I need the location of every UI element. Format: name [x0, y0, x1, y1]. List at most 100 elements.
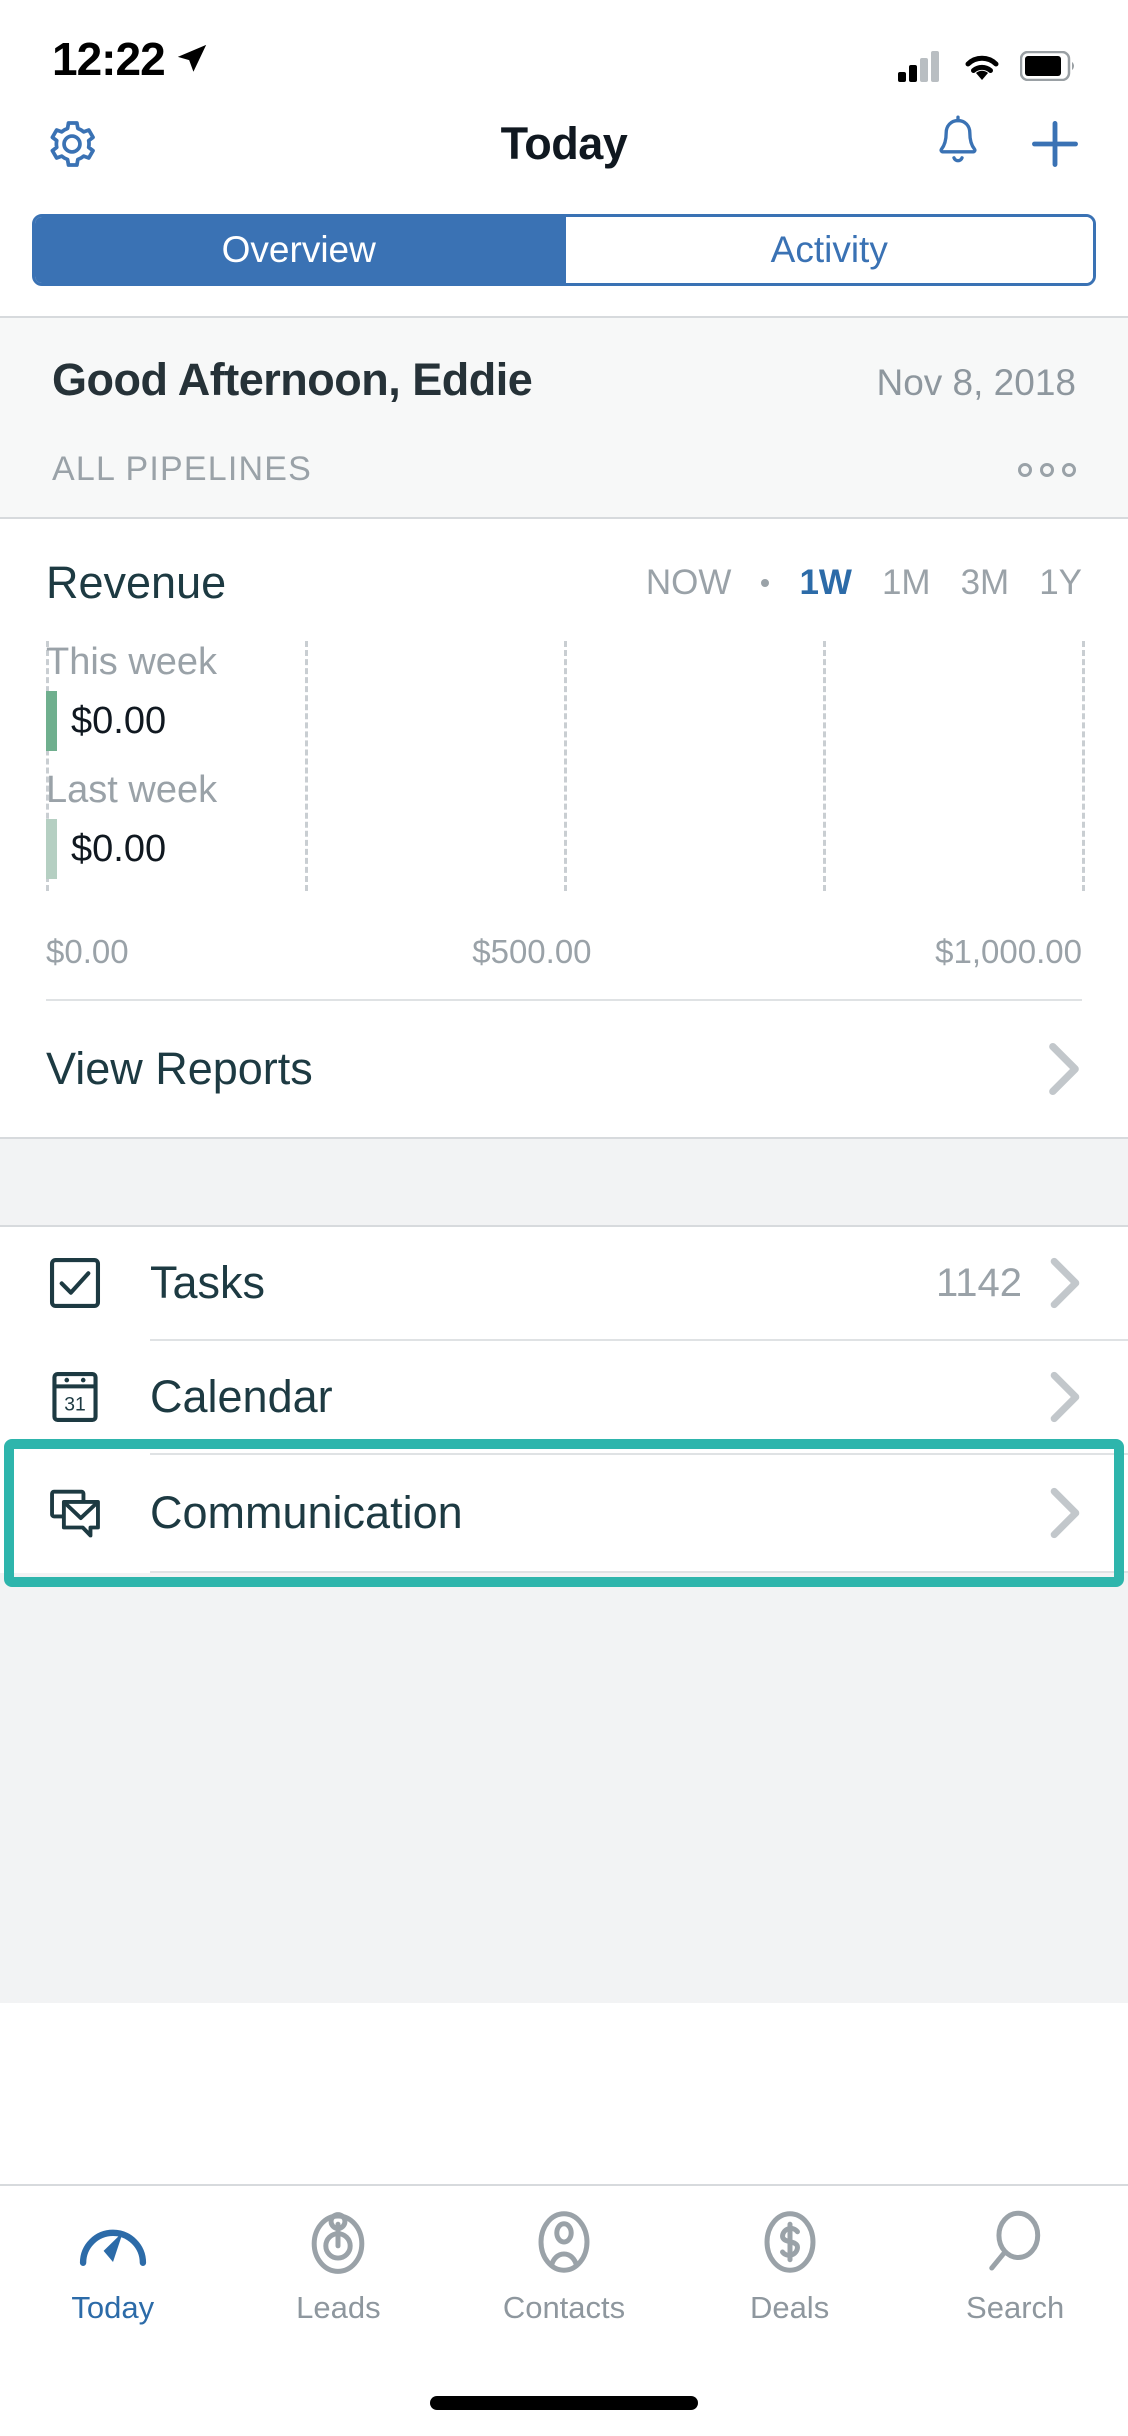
list-item-count: 1142: [935, 1260, 1022, 1305]
list-item-trailing: [1022, 1370, 1082, 1424]
greeting-date: Nov 8, 2018: [876, 362, 1076, 403]
list-item-calendar[interactable]: 31 Calendar: [0, 1341, 1128, 1453]
axis-tick-label: $1,000.00: [935, 933, 1082, 970]
app-root: 12:22 Today Overview Activity Good After…: [0, 0, 1128, 2436]
chevron-right-icon: [1050, 1371, 1080, 1423]
dollar-circle-icon: [764, 2211, 816, 2273]
location-arrow-icon: [177, 44, 206, 72]
list-item-communication[interactable]: Communication: [0, 1439, 1128, 1587]
series-value: $0.00: [71, 700, 167, 742]
range-1w[interactable]: 1W: [799, 563, 852, 603]
range-separator-dot: [761, 579, 770, 587]
series-bar-row: $0.00: [46, 691, 1082, 751]
view-reports-label: View Reports: [46, 1043, 313, 1094]
chart-plot-area: This week $0.00 Last week $0.00: [46, 641, 1085, 891]
gear-icon: [50, 121, 95, 167]
tab-label: Deals: [749, 2290, 830, 2325]
greeting-title: Good Afternoon, Eddie: [52, 354, 533, 405]
series-label: This week: [46, 641, 218, 683]
gauge-icon: [79, 2229, 146, 2266]
segmented-control: Overview Activity: [32, 214, 1096, 286]
revenue-card: Revenue NOW 1W 1M 3M 1Y This week $0.00 …: [0, 519, 1128, 1137]
greeting-block: Good Afternoon, Eddie Nov 8, 2018 ALL PI…: [0, 318, 1128, 517]
plus-icon: [1032, 121, 1078, 167]
add-button[interactable]: [1026, 115, 1084, 173]
chart-bottom-spacer: [0, 971, 1128, 999]
list-item-trailing: 1142: [936, 1256, 1082, 1310]
home-indicator: [430, 2396, 698, 2410]
tab-label: Leads: [296, 2290, 381, 2325]
tab-today[interactable]: Today: [0, 2186, 226, 2356]
range-1y[interactable]: 1Y: [1039, 563, 1082, 603]
tab-label: Today: [71, 2290, 155, 2325]
contact-person-icon: [538, 2211, 590, 2273]
status-bar: 12:22: [0, 0, 1128, 96]
gridline: [1082, 641, 1085, 891]
shortcut-list: Tasks 1142 31 Calendar Communication: [0, 1227, 1128, 1587]
list-item-label: Tasks: [150, 1257, 266, 1308]
navigation-bar: Today: [0, 96, 1128, 192]
notifications-button[interactable]: [930, 115, 986, 173]
ellipsis-dot: [1062, 462, 1076, 477]
nav-actions: [930, 115, 1084, 173]
segmented-control-wrapper: Overview Activity: [0, 192, 1128, 316]
range-3m[interactable]: 3M: [961, 563, 1010, 603]
tab-overview[interactable]: Overview: [35, 217, 563, 283]
chart-x-axis: $0.00 $500.00 $1,000.00: [0, 915, 1128, 971]
status-time: 12:22: [52, 33, 166, 85]
pipeline-row[interactable]: ALL PIPELINES: [52, 450, 1076, 489]
battery-icon: [1020, 51, 1074, 81]
status-time-group: 12:22: [52, 32, 209, 86]
ellipsis-dot: [1018, 462, 1032, 477]
tab-label: Search: [966, 2290, 1065, 2325]
revenue-title: Revenue: [46, 557, 227, 608]
wifi-icon: [965, 55, 999, 80]
range-now[interactable]: NOW: [646, 563, 732, 603]
chevron-right-icon: [1049, 1042, 1079, 1096]
pipeline-label: ALL PIPELINES: [52, 450, 313, 488]
list-item-label: Communication: [150, 1487, 463, 1538]
chevron-right-icon: [1050, 1257, 1080, 1309]
tab-deals[interactable]: Deals: [677, 2186, 903, 2356]
list-item-label: Calendar: [150, 1371, 333, 1422]
greeting-row: Good Afternoon, Eddie Nov 8, 2018: [52, 354, 1076, 406]
checkbox-check-icon: [46, 1254, 104, 1312]
empty-area: [0, 1573, 1128, 2003]
section-gap: [0, 1139, 1128, 1225]
lead-target-icon: [312, 2212, 365, 2274]
tab-search[interactable]: Search: [902, 2186, 1128, 2356]
bell-icon: [939, 115, 977, 163]
chart-series-last-week: Last week $0.00: [46, 771, 1082, 879]
axis-tick-label: $0.00: [46, 933, 129, 970]
status-indicators: [898, 50, 1076, 86]
message-envelope-icon: [46, 1484, 104, 1542]
series-value: $0.00: [71, 828, 167, 870]
tab-leads[interactable]: Leads: [226, 2186, 452, 2356]
revenue-header: Revenue NOW 1W 1M 3M 1Y: [0, 519, 1128, 635]
tab-label: Contacts: [502, 2290, 626, 2325]
tab-activity[interactable]: Activity: [565, 217, 1093, 283]
tab-contacts[interactable]: Contacts: [451, 2186, 677, 2356]
series-label: Last week: [46, 769, 218, 811]
tab-list: Today Leads Contacts Deals Search: [0, 2186, 1128, 2356]
svg-text:31: 31: [64, 1395, 86, 1416]
ellipsis-dot: [1040, 462, 1054, 477]
series-bar: [46, 691, 57, 751]
range-1m[interactable]: 1M: [882, 563, 931, 603]
view-reports-row[interactable]: View Reports: [0, 1001, 1128, 1137]
axis-tick-label: $500.00: [472, 933, 592, 970]
list-item-trailing: [1022, 1486, 1082, 1540]
calendar-31-icon: 31: [46, 1368, 104, 1426]
revenue-chart: This week $0.00 Last week $0.00: [0, 635, 1128, 915]
chevron-right-icon: [1050, 1487, 1080, 1539]
chart-series-this-week: This week $0.00: [46, 643, 1082, 751]
series-bar: [46, 819, 57, 879]
range-selector: NOW 1W 1M 3M 1Y: [646, 563, 1082, 603]
cellular-signal-icon: [898, 51, 939, 82]
list-item-tasks[interactable]: Tasks 1142: [0, 1227, 1128, 1339]
settings-button[interactable]: [44, 116, 100, 172]
ellipsis-icon[interactable]: [1018, 462, 1076, 477]
series-bar-row: $0.00: [46, 819, 1082, 879]
bottom-tab-bar: Today Leads Contacts Deals Search: [0, 2184, 1128, 2436]
search-icon: [989, 2210, 1041, 2271]
